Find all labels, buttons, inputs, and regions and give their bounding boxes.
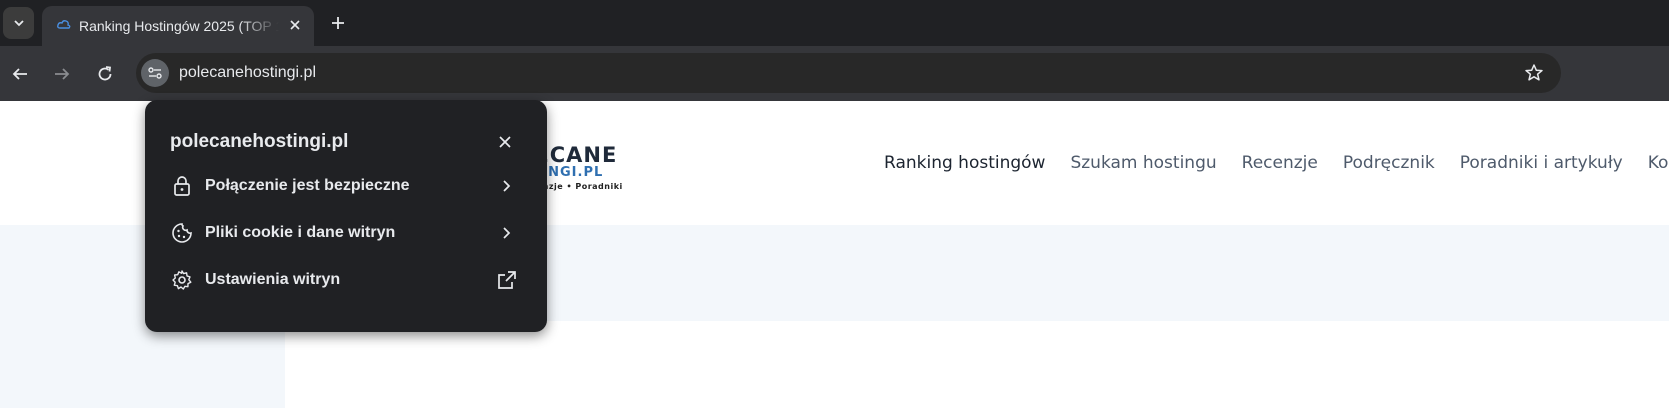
nav-recenzje[interactable]: Recenzje [1242, 151, 1318, 175]
address-bar[interactable]: polecanehostingi.pl [136, 53, 1561, 93]
open-external-icon [497, 270, 517, 290]
lock-icon [170, 174, 194, 198]
chevron-right-icon [497, 176, 517, 196]
active-tab[interactable]: Ranking Hostingów 2025 (TOP 10) [42, 6, 314, 46]
popup-item-connection[interactable]: Połączenie jest bezpieczne [145, 162, 547, 210]
arrow-left-icon [12, 68, 27, 80]
chevron-down-icon [13, 20, 24, 27]
content-sidebar-bg [0, 321, 285, 408]
arrow-right-icon [55, 68, 70, 80]
popup-item-label: Ustawienia witryn [205, 271, 341, 288]
plus-icon [332, 17, 344, 29]
cloud-favicon-icon [57, 20, 71, 29]
popup-title: polecanehostingi.pl [170, 131, 349, 152]
close-icon [290, 20, 300, 30]
popup-close-button[interactable] [495, 132, 515, 152]
tab-strip: Ranking Hostingów 2025 (TOP 10) [0, 0, 1669, 46]
popup-item-site-settings[interactable]: Ustawienia witryn [145, 256, 547, 304]
popup-item-cookies[interactable]: Pliki cookie i dane witryn [145, 209, 547, 257]
tab-title: Ranking Hostingów 2025 (TOP 10) [79, 18, 279, 34]
close-icon [499, 136, 511, 148]
tab-search-button[interactable] [3, 7, 34, 39]
nav-poradniki[interactable]: Poradniki i artykuły [1460, 151, 1623, 175]
tune-icon [148, 67, 162, 79]
nav-kod[interactable]: Koc [1648, 151, 1669, 175]
popup-item-label: Połączenie jest bezpieczne [205, 177, 410, 194]
reload-icon [98, 66, 112, 81]
nav-podrecznik[interactable]: Podręcznik [1343, 151, 1435, 175]
forward-button[interactable] [48, 60, 76, 88]
site-info-popup: polecanehostingi.pl Połączenie jest bezp… [145, 100, 547, 332]
back-button[interactable] [6, 60, 34, 88]
new-tab-button[interactable] [326, 11, 350, 35]
chevron-right-icon [497, 223, 517, 243]
nav-szukam-hostingu[interactable]: Szukam hostingu [1070, 151, 1216, 175]
gear-icon [170, 268, 194, 292]
cookie-icon [170, 221, 194, 245]
tab-close-button[interactable] [285, 15, 305, 35]
site-info-button[interactable] [141, 59, 169, 87]
reload-button[interactable] [91, 60, 119, 88]
nav-ranking[interactable]: Ranking hostingów [884, 151, 1045, 175]
url-text[interactable]: polecanehostingi.pl [179, 63, 316, 83]
main-nav: Ranking hostingów Szukam hostingu Recenz… [884, 151, 1669, 175]
bookmark-star-icon[interactable] [1524, 63, 1544, 83]
browser-toolbar: polecanehostingi.pl [0, 46, 1669, 101]
popup-item-label: Pliki cookie i dane witryn [205, 224, 396, 241]
